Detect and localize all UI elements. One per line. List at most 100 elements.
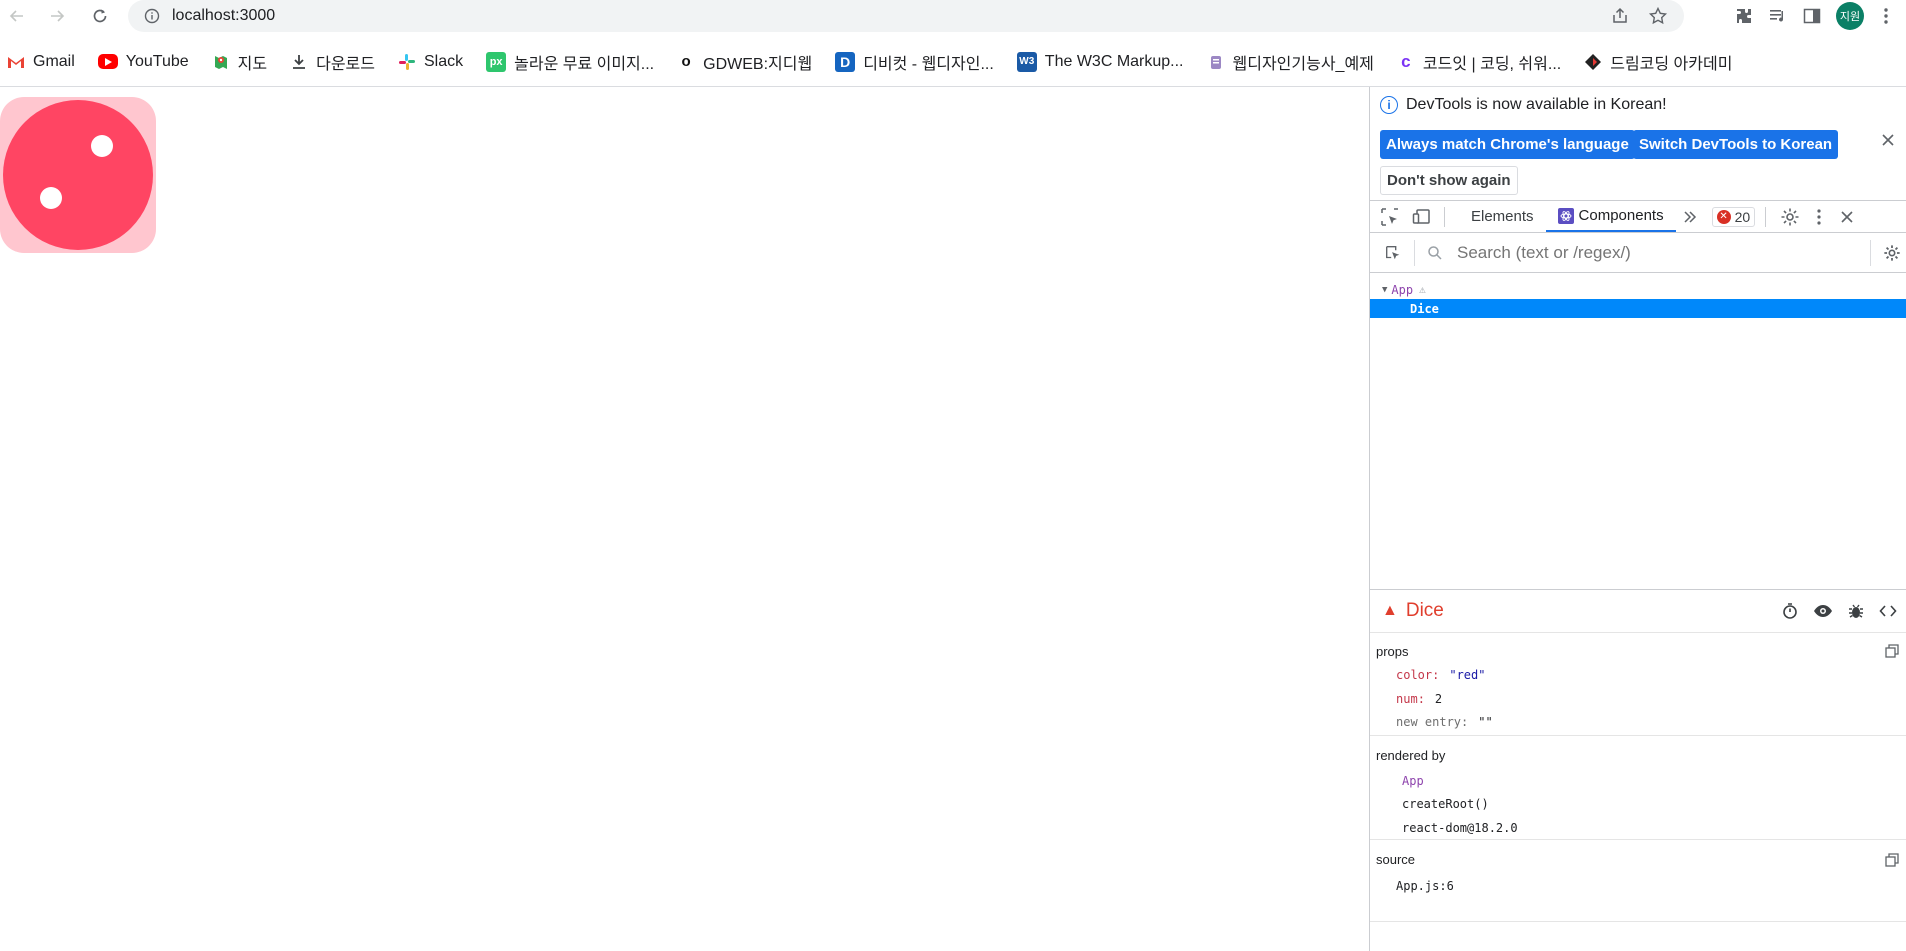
tab-components[interactable]: Components [1545,201,1676,232]
bookmark-gmail[interactable]: Gmail [7,53,75,71]
always-match-language-button[interactable]: Always match Chrome's language [1380,130,1635,159]
bug-icon[interactable] [1847,602,1865,620]
components-searchbar [1370,233,1906,273]
kebab-menu-icon[interactable] [1816,208,1822,226]
inspect-element-icon[interactable] [1380,207,1400,227]
bookmark-w3c[interactable]: W3 The W3C Markup... [1016,51,1184,72]
source-location[interactable]: App.js:6 [1396,879,1454,893]
bookmark-youtube[interactable]: YouTube [97,53,189,71]
device-toolbar-icon[interactable] [1412,207,1432,227]
prop-value[interactable]: "" [1478,715,1492,729]
inspector-header: ▲ Dice [1370,589,1906,633]
bookmark-download[interactable]: 다운로드 [290,50,375,74]
bookmark-codeit[interactable]: c 코드잇 | 코딩, 쉬워... [1397,50,1561,74]
slack-icon [398,53,416,71]
divider [1765,206,1767,227]
error-count: 20 [1734,208,1751,225]
copy-icon[interactable] [1885,853,1899,867]
bookmark-label: The W3C Markup... [1044,52,1184,70]
tree-node-app[interactable]: ▼ App ⚠ [1370,280,1906,299]
infobar-text: DevTools is now available in Korean! [1406,96,1667,113]
close-infobar-icon[interactable] [1881,133,1899,151]
chevron-double-right-icon [1684,210,1696,223]
source-section: source App.js:6 [1370,840,1906,922]
components-settings-icon[interactable] [1883,244,1901,262]
rendered-by-app-link[interactable]: App [1402,774,1424,788]
bookmark-gdweb[interactable]: о GDWEB:지디웹 [677,50,813,74]
forward-button[interactable] [42,1,72,31]
share-icon[interactable] [1610,6,1630,26]
back-arrow-icon [9,10,23,22]
reload-button[interactable] [85,1,115,31]
rendered-by-item: createRoot() [1402,797,1489,811]
close-devtools-icon[interactable] [1840,210,1854,224]
profile-avatar[interactable]: 지원 [1836,2,1864,30]
bookmark-slack[interactable]: Slack [398,53,463,71]
doc-icon [1207,53,1225,71]
infobar-message: i DevTools is now available in Korean! [1380,96,1667,114]
prop-key[interactable]: new entry [1396,715,1461,729]
bookmark-pixabay[interactable]: px 놀라운 무료 이미지... [486,50,654,74]
timer-icon[interactable] [1781,602,1799,620]
back-button[interactable] [2,1,32,31]
code-brackets-icon[interactable] [1879,602,1897,620]
warning-icon: ⚠ [1419,283,1426,296]
dice-face[interactable] [3,100,153,250]
maps-icon [212,53,230,71]
prop-value[interactable]: "red" [1449,668,1485,682]
url-text[interactable]: localhost:3000 [172,7,275,25]
react-components-icon [1557,207,1574,224]
devtools-tabbar: Elements Components ✕ 20 [1370,200,1906,233]
component-search-input[interactable] [1457,242,1837,263]
bookmark-dreamcoding[interactable]: 드림코딩 아카데미 [1584,50,1732,74]
tree-node-dice[interactable]: Dice [1370,299,1906,318]
youtube-icon [97,54,118,69]
bookmark-label: 다운로드 [316,55,375,73]
bookmark-webdesign[interactable]: 웹디자인기능사_예제 [1207,50,1374,74]
switch-to-korean-button[interactable]: Switch DevTools to Korean [1633,130,1839,159]
bookmark-label: 코드잇 | 코딩, 쉬워... [1422,55,1562,73]
more-tabs-button[interactable] [1682,201,1698,232]
section-title: rendered by [1376,748,1446,763]
rendered-by-item: react-dom@18.2.0 [1402,821,1518,835]
info-icon: i [1380,96,1398,114]
dice-pip [91,135,113,157]
dice-pip [40,187,62,209]
component-tree: ▼ App ⚠ Dice [1370,274,1906,318]
bookmark-label: 드림코딩 아카데미 [1610,55,1733,73]
bookmark-dbcut[interactable]: D 디비컷 - 웹디자인... [835,50,994,74]
prop-row[interactable]: color: "red" [1396,668,1485,682]
tree-node-label: Dice [1410,301,1439,316]
bookmark-label: 지도 [237,55,268,73]
dont-show-again-button[interactable]: Don't show again [1380,166,1518,195]
prop-key: num [1396,692,1418,706]
side-panel-icon[interactable] [1802,6,1822,26]
bookmark-maps[interactable]: 지도 [212,50,267,74]
new-prop-row[interactable]: new entry: "" [1396,715,1493,729]
address-bar[interactable]: localhost:3000 [128,0,1684,32]
media-controls-icon[interactable] [1768,6,1788,26]
section-title: source [1376,852,1416,867]
select-element-icon[interactable] [1384,244,1402,262]
tab-elements[interactable]: Elements [1459,201,1546,232]
pixabay-icon: px [486,51,507,72]
warning-icon: ▲ [1382,602,1398,619]
eye-icon[interactable] [1813,602,1833,620]
dice-tile [0,97,156,253]
chrome-menu-icon[interactable] [1878,6,1894,26]
prop-row[interactable]: num: 2 [1396,692,1442,706]
error-count-badge[interactable]: ✕ 20 [1711,206,1756,227]
copy-icon[interactable] [1885,644,1899,658]
site-info-icon[interactable] [144,8,160,24]
expand-triangle-icon[interactable]: ▼ [1382,285,1387,295]
codeit-icon: c [1401,51,1411,71]
browser-toolbar: localhost:3000 지원 [0,0,1906,33]
forward-arrow-icon [51,10,65,22]
props-section: props color: "red" num: 2 new entry: "" [1370,633,1906,736]
tab-label: Components [1578,207,1664,224]
prop-value[interactable]: 2 [1435,692,1442,706]
settings-gear-icon[interactable] [1780,207,1800,227]
extensions-icon[interactable] [1734,6,1754,26]
bookmark-star-icon[interactable] [1648,6,1668,26]
w3c-icon: W3 [1016,51,1037,72]
